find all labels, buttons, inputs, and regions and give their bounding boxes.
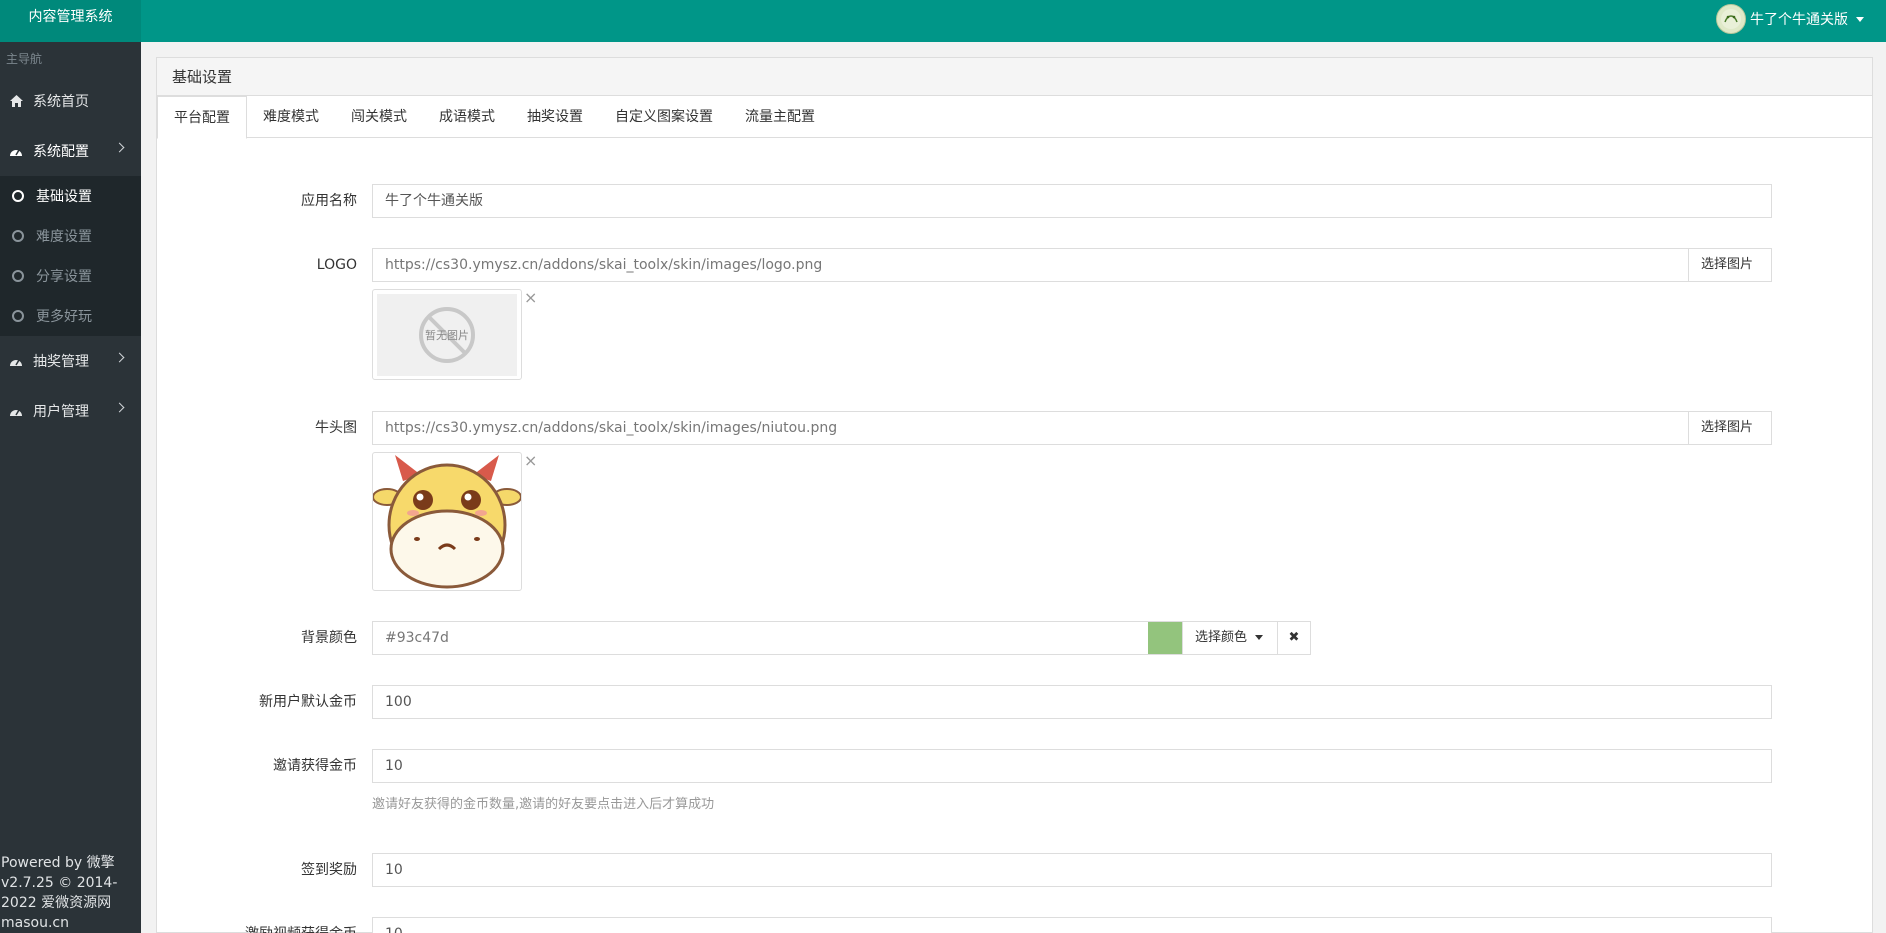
logo-label: LOGO [316,257,357,273]
circle-icon [12,230,24,242]
logo-url-input[interactable]: https://cs30.ymysz.cn/addons/skai_toolx/… [372,248,1689,282]
logo-select-image-button[interactable]: 选择图片 [1688,248,1772,282]
tab-custom-pattern[interactable]: 自定义图案设置 [599,96,729,138]
circle-icon [12,270,24,282]
logo-thumbnail: 暂无图片 [372,289,522,380]
clear-color-button[interactable]: ✖ [1277,621,1311,655]
tab-level-mode[interactable]: 闯关模式 [335,96,423,138]
signin-reward-input[interactable]: 10 [372,853,1772,887]
niutou-thumbnail [372,452,522,591]
color-swatch [1148,621,1182,655]
video-coins-input[interactable]: 10 [372,917,1772,933]
sidebar-subitem-more[interactable]: 更多好玩 [0,296,141,336]
chevron-right-icon [114,142,125,153]
sidebar-submenu: 基础设置 难度设置 分享设置 更多好玩 [0,176,141,336]
sidebar-item-home[interactable]: 系统首页 [0,76,141,126]
niutou-label: 牛头图 [315,420,357,436]
sidebar-item-lottery[interactable]: 抽奖管理 [0,336,141,386]
panel-title: 基础设置 [157,58,1872,96]
close-icon: ✖ [1288,630,1300,645]
settings-panel: 基础设置 平台配置 难度模式 闯关模式 成语模式 抽奖设置 自定义图案设置 流量… [156,57,1873,933]
cow-head-image [372,455,522,589]
top-navbar: 内容管理系统 牛了个牛通关版 [0,0,1886,42]
sidebar-item-label: 抽奖管理 [33,354,89,370]
close-icon[interactable]: × [524,288,537,307]
select-color-button[interactable]: 选择颜色 [1182,621,1278,655]
sidebar-subitem-label: 更多好玩 [36,309,92,325]
powered-by-footer: Powered by 微擎 v2.7.25 © 2014-2022 爱微资源网 … [1,855,118,931]
tab-difficulty-mode[interactable]: 难度模式 [247,96,335,138]
tab-platform-config[interactable]: 平台配置 [157,96,247,139]
no-image-text: 暂无图片 [425,329,469,342]
tab-idiom-mode[interactable]: 成语模式 [423,96,511,138]
no-image-placeholder: 暂无图片 [377,294,517,376]
sidebar-subitem-basic-settings[interactable]: 基础设置 [0,176,141,216]
app-title[interactable]: 内容管理系统 [0,0,141,42]
caret-down-icon [1255,635,1264,640]
user-menu[interactable]: 牛了个牛通关版 [1716,4,1864,34]
app-name-input[interactable]: 牛了个牛通关版 [372,184,1772,218]
app-name-label: 应用名称 [301,193,357,209]
circle-icon [12,310,24,322]
chevron-right-icon [114,402,125,413]
sidebar-subitem-label: 分享设置 [36,269,92,285]
caret-down-icon [1856,16,1864,22]
signin-reward-label: 签到奖励 [301,862,357,878]
invite-coins-help: 邀请好友获得的金币数量,邀请的好友要点击进入后才算成功 [372,797,715,812]
video-coins-label: 激励视频获得金币 [157,917,357,933]
sidebar-subitem-label: 基础设置 [36,189,92,205]
sidebar-item-label: 系统配置 [33,144,89,160]
chevron-right-icon [114,352,125,363]
invite-coins-label: 邀请获得金币 [273,758,357,774]
user-name: 牛了个牛通关版 [1750,12,1848,28]
sidebar-item-system-config[interactable]: 系统配置 [0,126,141,176]
dashboard-icon [9,354,23,368]
sidebar-subitem-difficulty[interactable]: 难度设置 [0,216,141,256]
niutou-url-input[interactable]: https://cs30.ymysz.cn/addons/skai_toolx/… [372,411,1689,445]
home-icon [9,94,23,108]
close-icon[interactable]: × [524,451,537,470]
niutou-select-image-button[interactable]: 选择图片 [1688,411,1772,445]
new-user-coins-input[interactable]: 100 [372,685,1772,719]
sidebar-item-users[interactable]: 用户管理 [0,386,141,436]
new-user-coins-label: 新用户默认金币 [259,694,357,710]
sidebar-subitem-label: 难度设置 [36,229,92,245]
select-color-label: 选择颜色 [1195,630,1248,645]
bg-color-input[interactable]: #93c47d [372,621,1149,655]
circle-icon [12,190,24,202]
sidebar-item-label: 系统首页 [33,94,89,110]
dashboard-icon [9,144,23,158]
dashboard-icon [9,404,23,418]
tab-lottery-settings[interactable]: 抽奖设置 [511,96,599,138]
sidebar-heading: 主导航 [6,52,43,66]
sidebar: 主导航 系统首页 系统配置 基础设置 难度设置 分享设置 更多好玩 抽奖管理 用… [0,42,141,933]
bg-color-label: 背景颜色 [301,630,357,646]
sidebar-subitem-share[interactable]: 分享设置 [0,256,141,296]
tab-ad-config[interactable]: 流量主配置 [729,96,831,138]
user-avatar [1716,4,1746,34]
invite-coins-input[interactable]: 10 [372,749,1772,783]
sidebar-item-label: 用户管理 [33,404,89,420]
tab-bar: 平台配置 难度模式 闯关模式 成语模式 抽奖设置 自定义图案设置 流量主配置 [157,96,1872,139]
